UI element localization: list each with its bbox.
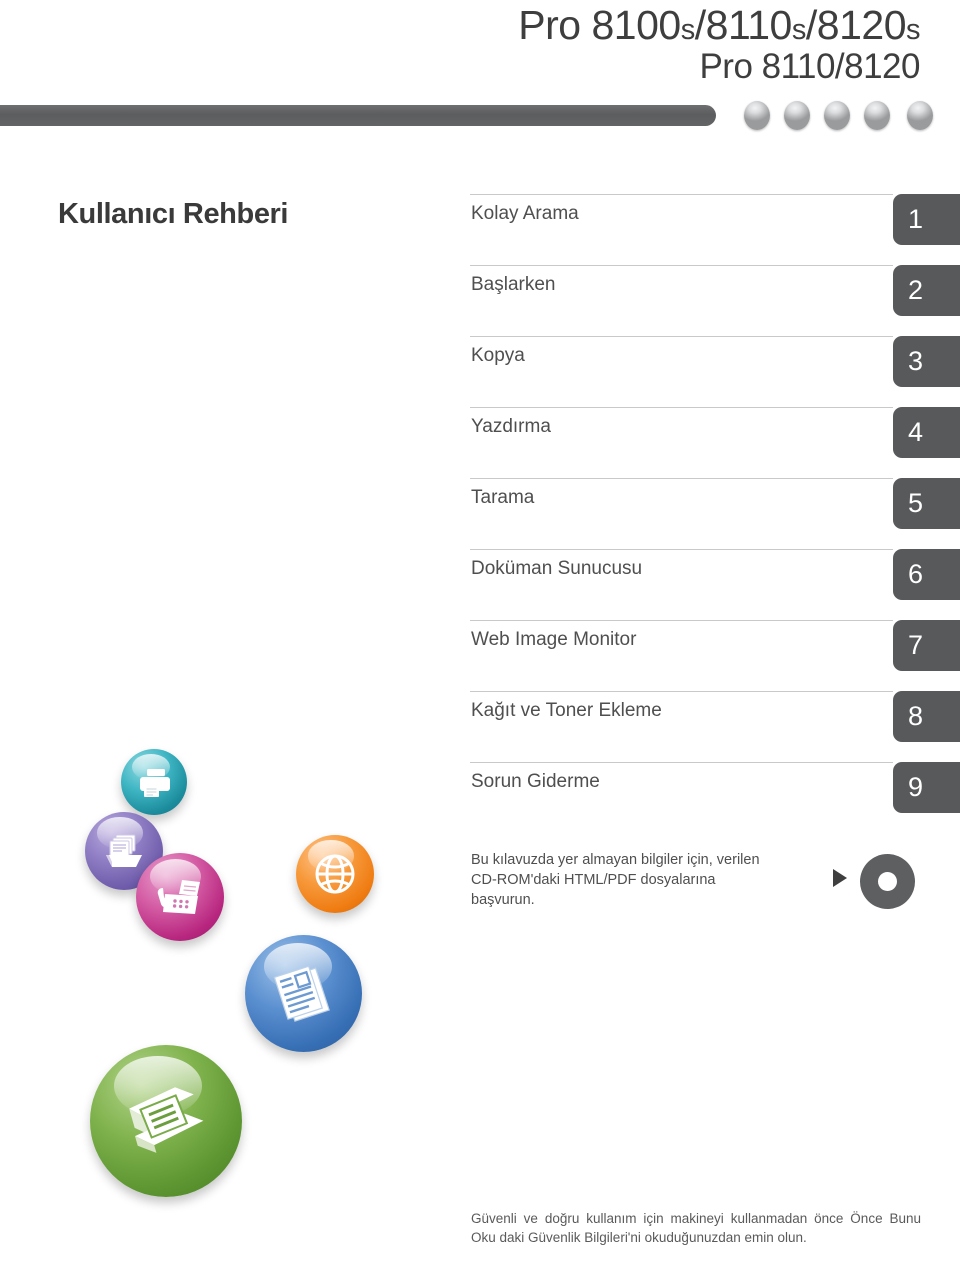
- chapter-divider: [470, 691, 893, 692]
- chapter-divider: [470, 478, 893, 479]
- chapter-row[interactable]: Sorun Giderme 9: [470, 762, 960, 833]
- chapter-divider: [470, 265, 893, 266]
- chapter-row[interactable]: Başlarken 2: [470, 265, 960, 336]
- globe-sphere-icon: [296, 835, 374, 913]
- chapter-row[interactable]: Tarama 5: [470, 478, 960, 549]
- chapter-number-tab[interactable]: 4: [893, 407, 960, 458]
- chapter-number-tab[interactable]: 5: [893, 478, 960, 529]
- model-line-secondary: Pro 8110/8120: [699, 47, 920, 87]
- chapter-row[interactable]: Doküman Sunucusu 6: [470, 549, 960, 620]
- chapter-label: Kopya: [471, 345, 525, 366]
- header-dot-5: [907, 101, 933, 130]
- chapter-number-tab[interactable]: 8: [893, 691, 960, 742]
- chapter-row[interactable]: Yazdırma 4: [470, 407, 960, 478]
- fax-sphere-icon: [136, 853, 224, 941]
- chapter-label: Kağıt ve Toner Ekleme: [471, 700, 662, 721]
- chapter-divider: [470, 762, 893, 763]
- chapter-label: Sorun Giderme: [471, 771, 600, 792]
- chapter-number-tab[interactable]: 2: [893, 265, 960, 316]
- chapter-label: Tarama: [471, 487, 535, 508]
- chapter-row[interactable]: Web Image Monitor 7: [470, 620, 960, 691]
- header-dot-2: [784, 101, 810, 130]
- chapter-divider: [470, 549, 893, 550]
- chapter-label: Web Image Monitor: [471, 629, 637, 650]
- chapter-number-tab[interactable]: 7: [893, 620, 960, 671]
- model-titles: Pro 8100s/8110s/8120s Pro 8110/8120: [0, 2, 920, 87]
- chapter-list: Kolay Arama 1 Başlarken 2 Kopya 3 Yazdır…: [470, 194, 960, 833]
- chapter-row[interactable]: Kolay Arama 1: [470, 194, 960, 265]
- play-triangle-icon: [833, 869, 847, 887]
- printer-sphere-icon: [121, 749, 187, 815]
- cd-rom-note-text: Bu kılavuzda yer almayan bilgiler için, …: [471, 852, 760, 908]
- chapter-number-tab[interactable]: 6: [893, 549, 960, 600]
- chapter-row[interactable]: Kağıt ve Toner Ekleme 8: [470, 691, 960, 762]
- globe-icon: [296, 835, 374, 913]
- chapter-number-tab[interactable]: 1: [893, 194, 960, 245]
- header-dot-3: [824, 101, 850, 130]
- chapter-divider: [470, 407, 893, 408]
- chapter-label: Kolay Arama: [471, 203, 579, 224]
- chapter-divider: [470, 194, 893, 195]
- chapter-number-tab[interactable]: 3: [893, 336, 960, 387]
- document-pages-icon: [245, 935, 362, 1052]
- header-dot-row: [744, 101, 954, 131]
- scanner-icon: [90, 1045, 242, 1197]
- header-decorative-bar: [0, 105, 716, 126]
- printer-icon: [121, 749, 187, 815]
- model-line-primary-text: Pro 8100s/8110s/8120s: [518, 2, 920, 48]
- header-dot-1: [744, 101, 770, 130]
- chapter-divider: [470, 336, 893, 337]
- document-sphere-icon: [245, 935, 362, 1052]
- chapter-label: Başlarken: [471, 274, 556, 295]
- chapter-number-tab[interactable]: 9: [893, 762, 960, 813]
- chapter-divider: [470, 620, 893, 621]
- model-line-primary: Pro 8100s/8110s/8120s: [0, 2, 920, 48]
- page-title: Kullanıcı Rehberi: [58, 198, 289, 230]
- chapter-label: Yazdırma: [471, 416, 551, 437]
- scanner-sphere-icon: [90, 1045, 242, 1197]
- fax-machine-icon: [136, 853, 224, 941]
- safety-footer-note: Güvenli ve doğru kullanım için makineyi …: [471, 1211, 921, 1245]
- chapter-label: Doküman Sunucusu: [471, 558, 643, 579]
- header-dot-4: [864, 101, 890, 130]
- chapter-row[interactable]: Kopya 3: [470, 336, 960, 407]
- cd-rom-icon: [860, 854, 915, 909]
